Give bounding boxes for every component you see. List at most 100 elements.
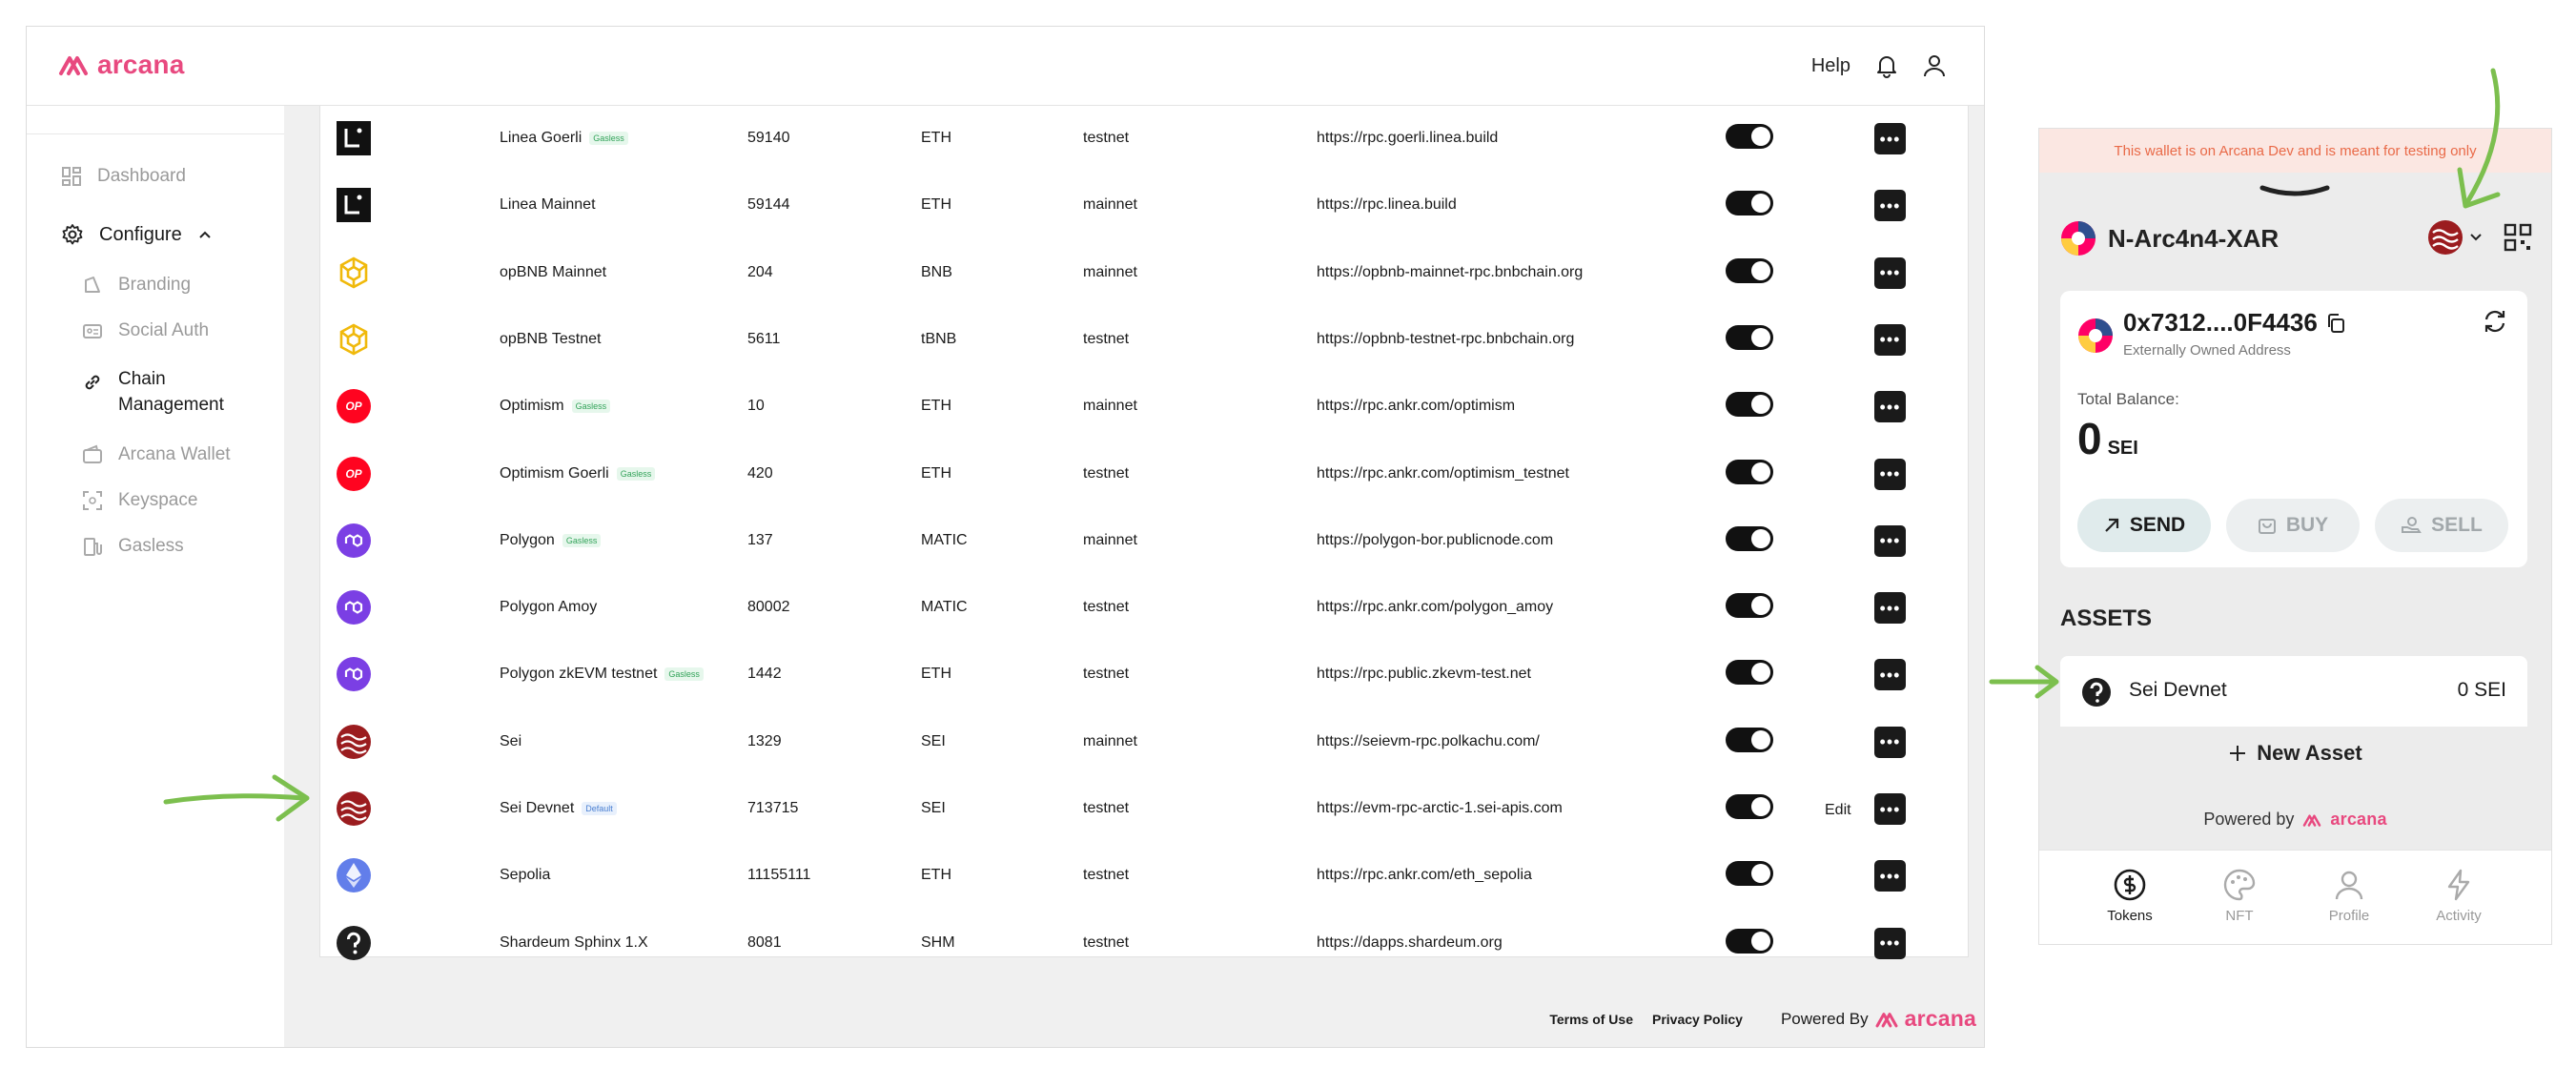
dashboard-app: arcana Help Dashboard Configure Branding…	[26, 26, 1985, 1048]
cell-rpc: https://opbnb-testnet-rpc.bnbchain.org	[1317, 306, 1574, 373]
tab-nft[interactable]: NFT	[2197, 868, 2282, 924]
balance-amount: 0	[2077, 414, 2102, 463]
account-avatar-icon	[2061, 221, 2096, 256]
enable-toggle[interactable]	[1726, 257, 1773, 283]
help-link[interactable]: Help	[1811, 55, 1850, 77]
fuel-icon	[84, 538, 102, 556]
rpc-text: https://polygon-bor.publicnode.com	[1317, 531, 1554, 548]
enable-toggle[interactable]	[1726, 861, 1773, 887]
cell-type: testnet	[1083, 775, 1129, 842]
send-button[interactable]: SEND	[2077, 499, 2211, 552]
sidebar-item-social-auth[interactable]: Social Auth	[82, 320, 209, 341]
more-options-button[interactable]: •••	[1874, 659, 1906, 691]
powered-by-label: Powered by	[2203, 810, 2295, 829]
type-text: mainnet	[1083, 263, 1137, 280]
enable-toggle[interactable]	[1726, 124, 1773, 149]
more-options-button[interactable]: •••	[1874, 860, 1906, 892]
enable-toggle[interactable]	[1726, 593, 1773, 619]
enable-toggle[interactable]	[1726, 794, 1773, 819]
copy-icon[interactable]	[2325, 313, 2346, 334]
cell-chain-id: 137	[747, 507, 773, 574]
drag-handle-icon[interactable]	[2259, 184, 2331, 199]
privacy-link[interactable]: Privacy Policy	[1652, 1012, 1743, 1027]
rpc-text: https://seievm-rpc.polkachu.com/	[1317, 732, 1540, 749]
sidebar-item-keyspace[interactable]: Keyspace	[82, 490, 197, 511]
enable-toggle[interactable]	[1726, 928, 1773, 954]
scan-icon	[83, 491, 102, 510]
rpc-text: https://rpc.goerli.linea.build	[1317, 130, 1499, 146]
palette-icon	[2223, 869, 2256, 901]
more-options-button[interactable]: •••	[1874, 391, 1906, 423]
sidebar-item-chain-management[interactable]: Chain Management	[82, 366, 233, 418]
more-options-button[interactable]: •••	[1874, 524, 1906, 557]
bell-icon[interactable]	[1875, 53, 1898, 78]
more-options-button[interactable]: •••	[1874, 323, 1906, 356]
arrow-up-right-icon	[2105, 518, 2118, 532]
more-options-button[interactable]: •••	[1874, 726, 1906, 758]
chevron-up-icon[interactable]	[197, 229, 213, 240]
refresh-icon[interactable]	[2482, 308, 2508, 335]
asset-row[interactable]: Sei Devnet 0 SEI	[2060, 656, 2527, 727]
name-text: Sei Devnet	[500, 800, 575, 816]
sidebar-item-configure[interactable]: Configure	[61, 223, 213, 246]
rpc-text: https://rpc.ankr.com/optimism	[1317, 398, 1516, 415]
new-asset-button[interactable]: New Asset	[2039, 741, 2551, 766]
more-options-button[interactable]: •••	[1874, 123, 1906, 154]
sidebar-item-gasless[interactable]: Gasless	[82, 536, 184, 557]
enable-toggle[interactable]	[1726, 459, 1773, 484]
terms-link[interactable]: Terms of Use	[1549, 1012, 1633, 1027]
more-options-button[interactable]: •••	[1874, 458, 1906, 490]
cell-rpc: https://rpc.ankr.com/polygon_amoy	[1317, 574, 1553, 641]
enable-toggle[interactable]	[1726, 525, 1773, 551]
address-text: 0x7312....0F4436	[2123, 308, 2318, 337]
chevron-down-icon	[2470, 234, 2482, 241]
enable-toggle[interactable]	[1726, 324, 1773, 350]
more-options-button[interactable]: •••	[1874, 592, 1906, 625]
sidebar-item-branding[interactable]: Branding	[82, 275, 191, 296]
more-options-button[interactable]: •••	[1874, 256, 1906, 289]
cell-chain-id: 8081	[747, 910, 782, 976]
more-options-button[interactable]: •••	[1874, 927, 1906, 959]
enable-toggle[interactable]	[1726, 727, 1773, 752]
plus-icon	[2230, 746, 2246, 761]
sidebar-item-arcana-wallet[interactable]: Arcana Wallet	[82, 444, 231, 465]
cell-name: Polygon Gasless	[500, 507, 602, 574]
cell-chain-id: 59144	[747, 172, 790, 238]
tab-tokens[interactable]: Tokens	[2087, 868, 2173, 924]
enable-toggle[interactable]	[1726, 392, 1773, 418]
tab-activity[interactable]: Activity	[2416, 868, 2502, 924]
currency-text: ETH	[921, 464, 951, 482]
sidebar-item-dashboard[interactable]: Dashboard	[61, 166, 186, 187]
cell-type: testnet	[1083, 306, 1129, 373]
tab-profile[interactable]: Profile	[2306, 868, 2392, 924]
name-text: Polygon zkEVM testnet	[500, 666, 658, 683]
type-text: testnet	[1083, 800, 1130, 816]
currency-text: ETH	[921, 196, 951, 214]
sell-button[interactable]: SELL	[2375, 499, 2508, 552]
chain-table: Linea Goerli Gasless 59140 ETH testnet https:…	[319, 105, 1969, 960]
cell-rpc: https://rpc.ankr.com/optimism	[1317, 373, 1515, 440]
cell-currency: ETH	[921, 373, 951, 440]
cell-type: mainnet	[1083, 373, 1137, 440]
enable-toggle[interactable]	[1726, 191, 1773, 216]
enable-toggle[interactable]	[1726, 660, 1773, 686]
currency-text: ETH	[921, 130, 951, 146]
more-options-button[interactable]: •••	[1874, 190, 1906, 222]
dollar-coin-icon	[2114, 869, 2146, 901]
type-text: testnet	[1083, 464, 1130, 482]
edit-tooltip[interactable]: Edit	[1825, 802, 1851, 819]
arcana-logo[interactable]: arcana	[57, 50, 185, 80]
chain-id-text: 5611	[747, 330, 781, 347]
buy-button[interactable]: BUY	[2226, 499, 2360, 552]
more-options-button[interactable]: •••	[1874, 793, 1906, 825]
account-header[interactable]: N-Arc4n4-XAR	[2060, 220, 2279, 256]
annotation-arrow-icon	[2457, 68, 2501, 209]
cell-currency: ETH	[921, 641, 951, 708]
user-icon[interactable]	[1923, 53, 1946, 78]
cell-chain-id: 420	[747, 441, 773, 507]
network-selector[interactable]	[2427, 219, 2483, 256]
total-balance-label: Total Balance:	[2077, 390, 2179, 408]
table-row: opBNB Mainnet 204 BNB mainnet https://opbnb-…	[320, 239, 1968, 306]
gasless-badge: Gasless	[664, 667, 704, 682]
qr-code-icon[interactable]	[2504, 223, 2532, 252]
